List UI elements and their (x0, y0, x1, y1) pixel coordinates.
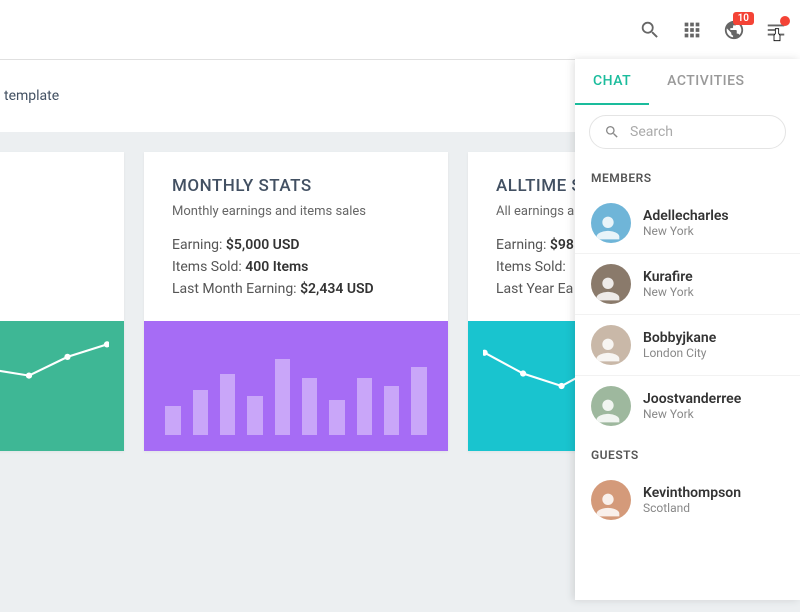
section-label-guests: GUESTS (575, 436, 800, 470)
avatar (591, 480, 631, 520)
guest-item[interactable]: KevinthompsonScotland (575, 470, 800, 530)
member-item[interactable]: JoostvanderreeNew York (575, 376, 800, 436)
member-item[interactable]: AdellecharlesNew York (575, 193, 800, 254)
chat-sidepanel: CHAT ACTIVITIES Search MEMBERS Adellecha… (575, 59, 800, 600)
notification-badge: 10 (733, 12, 754, 25)
bar-chart (165, 337, 426, 435)
card-chart (144, 321, 448, 451)
sidepanel-tabs: CHAT ACTIVITIES (575, 59, 800, 105)
card-chart (0, 321, 124, 451)
member-name: Joostvanderree (643, 391, 741, 407)
search-icon (604, 124, 620, 140)
card-title: MONTHLY STATS (172, 176, 420, 196)
card-stat: D (0, 281, 96, 297)
avatar (591, 325, 631, 365)
card-stat: Items Sold: 400 Items (172, 259, 420, 275)
tab-chat[interactable]: CHAT (575, 59, 649, 105)
member-name: Kurafire (643, 269, 694, 285)
avatar (591, 264, 631, 304)
search-icon[interactable] (638, 18, 662, 42)
member-item[interactable]: KurafireNew York (575, 254, 800, 315)
line-chart (0, 334, 109, 438)
member-name: Kevinthompson (643, 485, 741, 501)
member-item[interactable]: BobbyjkaneLondon City (575, 315, 800, 376)
members-list: AdellecharlesNew York KurafireNew York B… (575, 193, 800, 436)
card-title (0, 176, 96, 196)
member-name: Adellecharles (643, 208, 729, 224)
cursor-pointer (770, 28, 786, 44)
member-location: London City (643, 346, 716, 360)
tab-activities[interactable]: ACTIVITIES (649, 59, 762, 105)
card-subtitle: Monthly earnings and items sales (172, 204, 420, 219)
card-stat (0, 237, 96, 253)
search-placeholder: Search (630, 124, 673, 140)
member-location: New York (643, 285, 694, 299)
card-stat (0, 259, 96, 275)
stats-card: les today D (0, 152, 124, 451)
member-name: Bobbyjkane (643, 330, 716, 346)
alert-dot (780, 16, 790, 26)
avatar (591, 386, 631, 426)
globe-notification-icon[interactable]: 10 (722, 18, 746, 42)
section-label-members: MEMBERS (575, 159, 800, 193)
avatar (591, 203, 631, 243)
guests-list: KevinthompsonScotland (575, 470, 800, 530)
member-location: Scotland (643, 501, 741, 515)
card-stat: Last Month Earning: $2,434 USD (172, 281, 420, 297)
app-header: 10 (0, 0, 800, 60)
search-input[interactable]: Search (589, 115, 786, 149)
card-stat: Earning: $5,000 USD (172, 237, 420, 253)
apps-icon[interactable] (680, 18, 704, 42)
member-location: New York (643, 224, 729, 238)
member-location: New York (643, 407, 741, 421)
stats-card-monthly: MONTHLY STATS Monthly earnings and items… (144, 152, 448, 451)
card-subtitle: les today (0, 204, 96, 219)
